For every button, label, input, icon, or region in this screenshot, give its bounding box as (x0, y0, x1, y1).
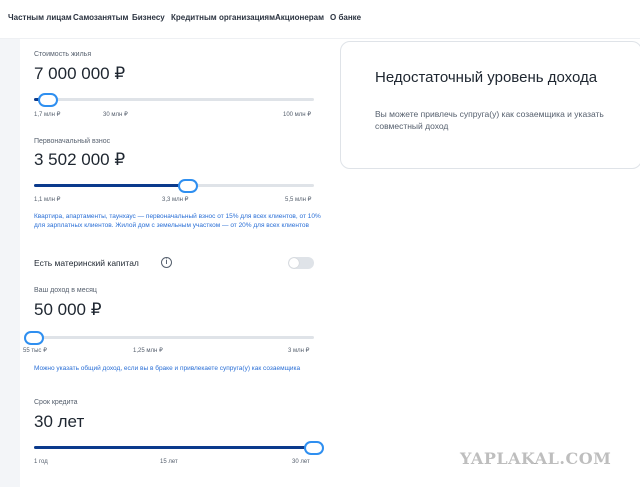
term-slider-fill (34, 446, 314, 449)
property-cost-label: Стоимость жилья (34, 51, 92, 58)
property-cost-tick-mid: 30 млн ₽ (103, 112, 128, 118)
watermark-logo: YAPLAKAL.COM (460, 449, 612, 468)
nav-item-about-bank[interactable]: О банке (330, 13, 361, 22)
result-text: Вы можете привлечь супруга(у) как созаем… (375, 109, 604, 131)
left-background-strip (0, 39, 20, 487)
income-note: Можно указать общий доход, если вы в бра… (34, 365, 301, 372)
property-cost-value[interactable]: 7 000 000 ₽ (34, 64, 125, 84)
income-slider-thumb[interactable] (24, 331, 44, 345)
term-tick-mid: 15 лет (160, 459, 178, 465)
down-payment-value[interactable]: 3 502 000 ₽ (34, 150, 125, 170)
property-cost-tick-min: 1,7 млн ₽ (34, 112, 61, 118)
term-tick-max: 30 лет (292, 459, 310, 465)
down-payment-note: Квартира, апартаменты, таунхаус — первон… (34, 213, 321, 229)
property-cost-tick-max: 100 млн ₽ (283, 112, 312, 118)
income-tick-min: 55 тыс ₽ (23, 348, 47, 354)
nav-item-individuals[interactable]: Частным лицам (8, 13, 72, 22)
income-value[interactable]: 50 000 ₽ (34, 300, 102, 320)
nav-item-credit-organizations[interactable]: Кредитным организациям (171, 13, 275, 22)
term-label: Срок кредита (34, 399, 78, 406)
term-slider-track[interactable] (34, 446, 314, 449)
income-slider-track[interactable] (34, 336, 314, 339)
income-tick-mid: 1,25 млн ₽ (133, 348, 163, 354)
property-cost-slider-thumb[interactable] (38, 93, 58, 107)
term-slider-thumb[interactable] (304, 441, 324, 455)
top-navigation: Частным лицам Самозанятым Бизнесу Кредит… (0, 0, 640, 39)
info-icon[interactable]: i (161, 257, 172, 268)
toggle-knob (289, 258, 299, 268)
nav-item-self-employed[interactable]: Самозанятым (73, 13, 128, 22)
maternity-capital-label: Есть материнский капитал (34, 258, 139, 268)
term-tick-min: 1 год (34, 459, 48, 465)
mortgage-calculator: Стоимость жилья 7 000 000 ₽ 1,7 млн ₽ 30… (20, 39, 640, 487)
down-payment-label: Первоначальный взнос (34, 138, 111, 145)
result-title: Недостаточный уровень дохода (375, 69, 598, 86)
income-label: Ваш доход в месяц (34, 287, 97, 294)
income-tick-max: 3 млн ₽ (288, 348, 310, 354)
down-payment-slider-track[interactable] (34, 184, 314, 187)
nav-item-shareholders[interactable]: Акционерам (275, 13, 324, 22)
nav-item-business[interactable]: Бизнесу (132, 13, 165, 22)
down-payment-slider-fill (34, 184, 188, 187)
term-value[interactable]: 30 лет (34, 412, 84, 432)
down-payment-slider-thumb[interactable] (178, 179, 198, 193)
property-cost-slider-track[interactable] (34, 98, 314, 101)
down-payment-tick-max: 5,5 млн ₽ (285, 197, 312, 203)
maternity-capital-toggle[interactable] (288, 257, 314, 269)
down-payment-tick-mid: 3,3 млн ₽ (162, 197, 189, 203)
down-payment-tick-min: 1,1 млн ₽ (34, 197, 61, 203)
result-card: Недостаточный уровень дохода Вы можете п… (340, 41, 640, 169)
